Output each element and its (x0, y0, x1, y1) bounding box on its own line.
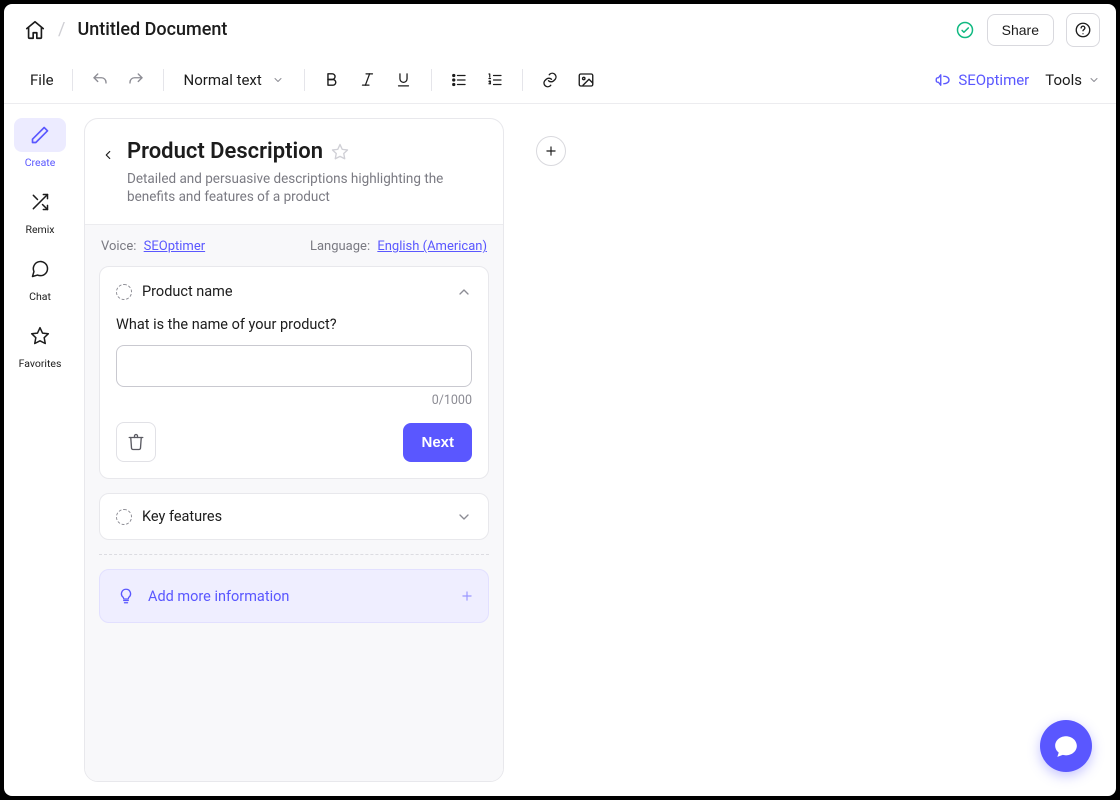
italic-button[interactable] (353, 65, 383, 95)
add-block-button[interactable] (536, 136, 566, 166)
lightbulb-icon (117, 587, 135, 605)
rail-item-remix[interactable]: Remix (14, 185, 66, 236)
text-style-dropdown[interactable]: Normal text (176, 71, 292, 89)
chat-fab[interactable] (1040, 720, 1092, 772)
product-name-input[interactable] (116, 345, 472, 387)
seoptimer-link[interactable]: SEOptimer (934, 71, 1029, 89)
rail-item-favorites[interactable]: Favorites (14, 319, 66, 370)
star-icon (30, 326, 50, 346)
progress-circle-icon (116, 509, 132, 525)
trash-icon (127, 433, 145, 451)
megaphone-icon (934, 71, 952, 89)
seoptimer-label: SEOptimer (958, 71, 1029, 89)
product-name-header[interactable]: Product name (116, 283, 472, 300)
breadcrumb-separator: / (58, 19, 65, 40)
delete-button[interactable] (116, 422, 156, 462)
back-button[interactable] (97, 141, 119, 169)
share-button[interactable]: Share (987, 14, 1054, 46)
product-name-card: Product name What is the name of your pr… (99, 266, 489, 479)
rail-label: Create (25, 156, 56, 169)
home-icon[interactable] (24, 19, 46, 41)
chevron-down-icon (1088, 74, 1100, 86)
voice-value[interactable]: SEOptimer (144, 239, 205, 254)
rail-label: Chat (29, 290, 51, 303)
numbered-list-button[interactable] (480, 65, 510, 95)
add-more-info-label: Add more information (148, 588, 450, 605)
shuffle-icon (30, 192, 50, 212)
add-more-info-button[interactable]: Add more information (99, 569, 489, 623)
product-name-prompt: What is the name of your product? (116, 316, 472, 333)
language-label: Language: (310, 239, 370, 254)
status-check-icon (955, 20, 975, 40)
link-button[interactable] (535, 65, 565, 95)
rail-item-create[interactable]: Create (14, 118, 66, 169)
text-style-label: Normal text (184, 71, 262, 89)
chevron-down-icon (456, 509, 472, 525)
underline-button[interactable] (389, 65, 419, 95)
bold-button[interactable] (317, 65, 347, 95)
chat-bubble-icon (1053, 733, 1079, 759)
plus-icon (544, 144, 558, 158)
key-features-card[interactable]: Key features (99, 493, 489, 540)
pencil-icon (30, 125, 50, 145)
language-value[interactable]: English (American) (377, 239, 487, 254)
image-button[interactable] (571, 65, 601, 95)
section-divider (99, 554, 489, 555)
chat-icon (30, 259, 50, 279)
voice-label: Voice: (101, 239, 136, 254)
panel-subtitle: Detailed and persuasive descriptions hig… (127, 170, 483, 206)
rail-item-chat[interactable]: Chat (14, 252, 66, 303)
tools-menu[interactable]: Tools (1045, 71, 1100, 89)
char-counter: 0/1000 (116, 393, 472, 408)
file-menu[interactable]: File (24, 67, 60, 93)
product-name-title: Product name (142, 283, 446, 300)
plus-icon (460, 589, 474, 603)
chevron-up-icon (456, 284, 472, 300)
rail-label: Remix (25, 223, 54, 236)
progress-circle-icon (116, 284, 132, 300)
next-button[interactable]: Next (403, 423, 472, 462)
help-button[interactable] (1066, 13, 1100, 47)
rail-label: Favorites (19, 357, 62, 370)
tools-label: Tools (1045, 71, 1082, 89)
document-title[interactable]: Untitled Document (77, 19, 227, 40)
key-features-title: Key features (142, 508, 446, 525)
bullet-list-button[interactable] (444, 65, 474, 95)
panel-title: Product Description (127, 139, 323, 164)
redo-button[interactable] (121, 65, 151, 95)
create-panel: Product Description Detailed and persuas… (84, 118, 504, 782)
favorite-toggle[interactable] (331, 143, 349, 161)
editor-area[interactable] (504, 104, 1116, 796)
undo-button[interactable] (85, 65, 115, 95)
chevron-down-icon (272, 74, 284, 86)
